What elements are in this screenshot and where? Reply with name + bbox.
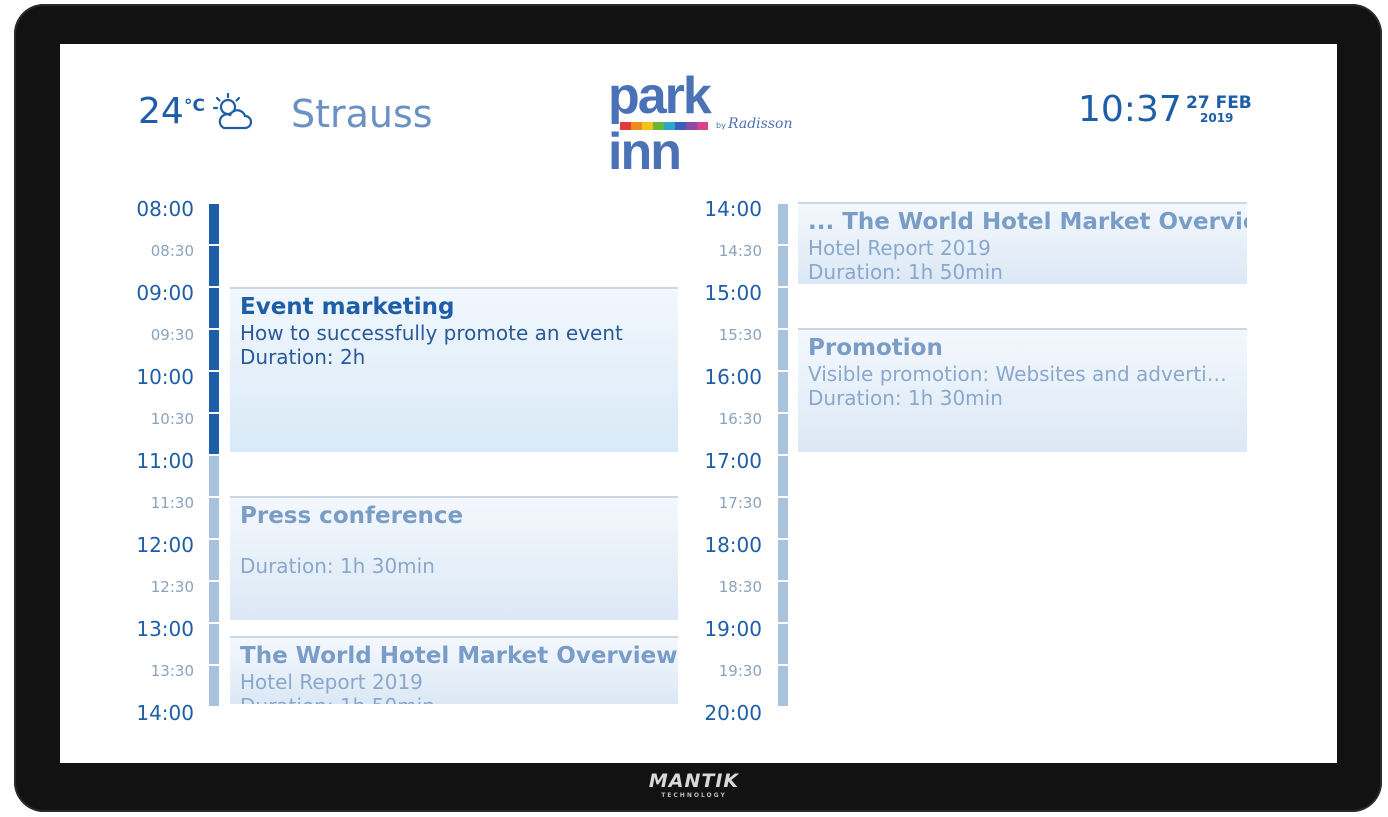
device-tagline: TECHNOLOGY [661, 792, 727, 799]
time-tick: 09:00 [136, 281, 194, 305]
temperature-unit: °C [184, 96, 205, 116]
timeline-segment [778, 204, 788, 244]
logo-stripe-segment [686, 122, 697, 130]
time-tick: 14:00 [704, 197, 762, 221]
timeline-segment [209, 288, 219, 328]
timeline-segment [778, 288, 788, 328]
park-inn-logo: park inn by Radisson [608, 68, 792, 180]
logo-by: by [716, 121, 726, 130]
time-tick: 14:00 [136, 701, 194, 725]
timeline-segment [209, 330, 219, 370]
timeline-segment [209, 204, 219, 244]
timeline-segment [209, 582, 219, 622]
timeline-segment [209, 246, 219, 286]
time-tick: 15:00 [704, 281, 762, 305]
event-subtitle: Hotel Report 2019 [240, 670, 423, 694]
time-tick: 12:00 [136, 533, 194, 557]
logo-stripe-segment [653, 122, 664, 130]
room-name: Strauss [291, 92, 433, 136]
time-tick: 19:30 [718, 662, 762, 680]
event-card[interactable]: ... The World Hotel Market Overview Hote… [798, 202, 1247, 284]
event-card[interactable]: Press conference Duration: 1h 30min [230, 496, 678, 620]
timeline-segment [778, 540, 788, 580]
timeline-segment [209, 624, 219, 664]
event-card[interactable]: The World Hotel Market Overview Hotel Re… [230, 636, 678, 704]
event-subtitle: How to successfully promote an event [240, 321, 623, 345]
event-card[interactable]: Event marketing How to successfully prom… [230, 287, 678, 452]
time-tick: 18:00 [704, 533, 762, 557]
timeline-segment [778, 414, 788, 454]
timeline-segment [209, 372, 219, 412]
time-tick: 11:00 [136, 449, 194, 473]
time-tick: 19:00 [704, 617, 762, 641]
partly-cloudy-icon [212, 92, 253, 130]
event-duration: Duration: 1h 50min [808, 260, 1003, 284]
timeline-segment [778, 624, 788, 664]
event-title: Promotion [808, 335, 943, 361]
time-tick: 12:30 [150, 578, 194, 596]
time-tick: 15:30 [718, 326, 762, 344]
event-duration: Duration: 1h 50min [240, 694, 668, 704]
timeline-segment [778, 456, 788, 496]
event-title: ... The World Hotel Market Overview [808, 209, 1247, 235]
timeline-segment [778, 666, 788, 706]
time-tick: 09:30 [150, 326, 194, 344]
time-tick: 08:30 [150, 242, 194, 260]
timeline-segment [209, 666, 219, 706]
event-subtitle: Hotel Report 2019 [808, 236, 991, 260]
signage-screen: 24 °C Strauss park inn by Radisson 10:37… [60, 44, 1337, 763]
timeline-segment [209, 540, 219, 580]
logo-stripe-segment [697, 122, 708, 130]
time-tick: 16:00 [704, 365, 762, 389]
time-tick: 13:30 [150, 662, 194, 680]
time-tick: 17:30 [718, 494, 762, 512]
timeline-segment [778, 372, 788, 412]
event-title: Event marketing [240, 294, 455, 320]
device-brand: MANTIK [648, 770, 740, 792]
time-tick: 10:00 [136, 365, 194, 389]
event-duration: Duration: 1h 30min [240, 554, 435, 578]
timeline-segment [778, 246, 788, 286]
time-tick: 08:00 [136, 197, 194, 221]
event-title: Press conference [240, 503, 464, 529]
event-title: The World Hotel Market Overview [240, 643, 678, 669]
timeline-segment [209, 414, 219, 454]
time-tick: 13:00 [136, 617, 194, 641]
time-tick: 17:00 [704, 449, 762, 473]
time-tick: 11:30 [150, 494, 194, 512]
time-tick: 20:00 [704, 701, 762, 725]
timeline-segment [778, 330, 788, 370]
time-tick: 10:30 [150, 410, 194, 428]
temperature: 24 [138, 91, 184, 132]
logo-stripe-segment [664, 122, 675, 130]
event-subtitle: Visible promotion: Websites and advertis… [808, 362, 1236, 386]
time-tick: 14:30 [718, 242, 762, 260]
year: 2019 [1200, 111, 1234, 125]
logo-stripe-segment [631, 122, 642, 130]
time-tick: 18:30 [718, 578, 762, 596]
timeline-segment [778, 498, 788, 538]
logo-stripe-segment [620, 122, 631, 130]
timeline-segment [209, 498, 219, 538]
logo-stripe-segment [675, 122, 686, 130]
timeline-segment [778, 582, 788, 622]
event-card[interactable]: Promotion Visible promotion: Websites an… [798, 328, 1247, 452]
event-subtitle [240, 530, 668, 554]
logo-stripe [620, 122, 708, 130]
time-tick: 16:30 [718, 410, 762, 428]
logo-sub-brand: Radisson [728, 116, 793, 132]
timeline-segment [209, 456, 219, 496]
clock: 10:37 [1078, 89, 1182, 130]
logo-stripe-segment [642, 122, 653, 130]
event-duration: Duration: 2h [240, 345, 366, 369]
event-duration: Duration: 1h 30min [808, 386, 1003, 410]
